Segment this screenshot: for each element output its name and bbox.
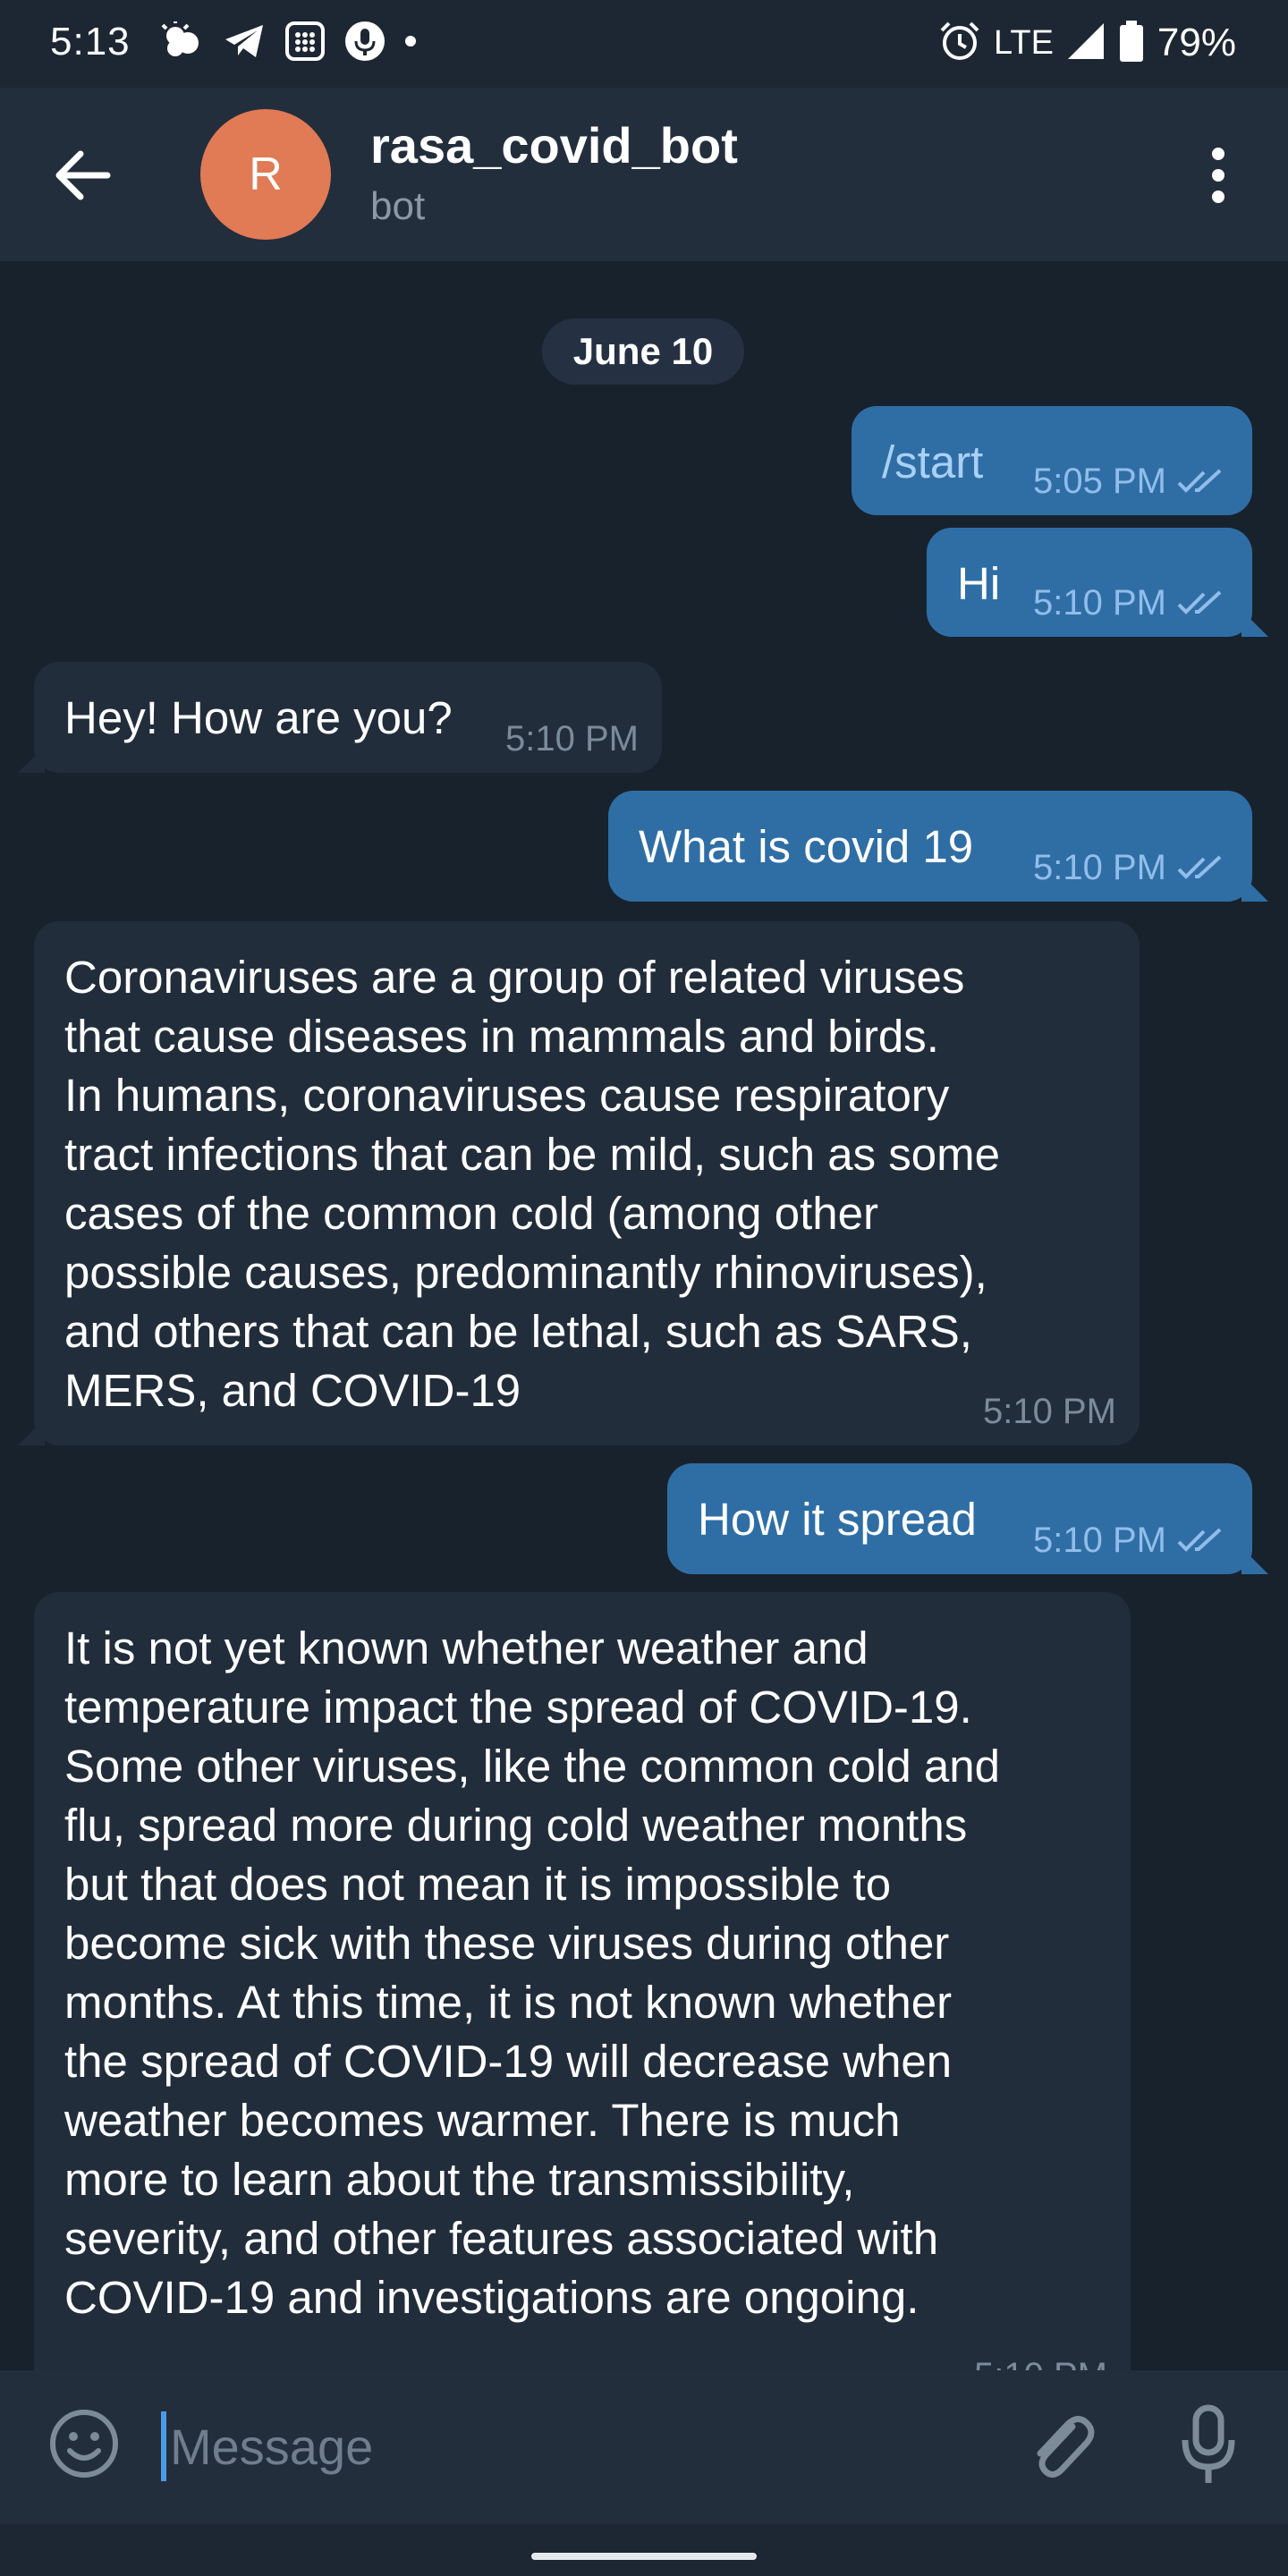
message-meta: 5:10 PM <box>1033 846 1229 889</box>
message-input[interactable] <box>170 2404 975 2488</box>
alarm-icon <box>938 20 981 67</box>
date-separator: June 10 <box>542 318 744 385</box>
message-incoming[interactable]: Hey! How are you? 5:10 PM <box>18 662 662 773</box>
message-meta: 5:10 PM <box>1033 581 1229 624</box>
avatar[interactable]: R <box>200 109 331 240</box>
paperclip-icon <box>1037 2416 1095 2478</box>
message-outgoing[interactable]: /start 5:05 PM <box>852 406 1252 515</box>
message-meta: 5:05 PM <box>1033 460 1229 503</box>
double-check-icon <box>1177 469 1222 493</box>
telegram-icon <box>224 21 267 65</box>
message-incoming[interactable]: It is not yet known whether weather and … <box>34 1592 1131 2370</box>
chat-subtitle: bot <box>370 184 426 228</box>
more-vertical-icon <box>1212 148 1224 203</box>
message-text: /start <box>882 436 984 487</box>
podcast-icon <box>343 20 386 67</box>
status-time: 5:13 <box>50 20 131 64</box>
home-indicator[interactable] <box>531 2553 757 2560</box>
message-meta: 5:10 PM <box>974 2354 1107 2370</box>
message-outgoing[interactable]: What is covid 19 5:10 PM <box>608 791 1268 902</box>
bubble-tail <box>1241 610 1268 637</box>
message-text: What is covid 19 <box>639 821 974 872</box>
voice-record-button[interactable] <box>1168 2401 1249 2490</box>
double-check-icon <box>1177 590 1222 614</box>
more-options-button[interactable] <box>1182 138 1254 213</box>
message-outgoing[interactable]: Hi 5:10 PM <box>927 528 1268 637</box>
message-text: Coronaviruses are a group of related vir… <box>64 952 1000 1416</box>
message-text: Hey! How are you? <box>64 692 453 743</box>
message-composer <box>0 2370 1288 2524</box>
bubble-tail <box>1241 875 1268 902</box>
text-cursor <box>161 2411 166 2481</box>
message-outgoing[interactable]: How it spread 5:10 PM <box>667 1463 1268 1574</box>
battery-percentage: 79% <box>1157 21 1236 64</box>
weather-icon <box>161 19 206 65</box>
message-list[interactable]: June 10 /start 5:05 PM Hi 5:10 PM Hey! H… <box>0 261 1288 2370</box>
chat-title[interactable]: rasa_covid_bot <box>370 116 738 174</box>
message-time: 5:10 PM <box>974 2354 1107 2370</box>
message-time: 5:10 PM <box>1033 583 1166 623</box>
signal-icon <box>1066 21 1106 65</box>
system-status-icons: LTE 79% <box>938 20 1236 66</box>
bubble-tail <box>1241 1547 1268 1574</box>
network-type: LTE <box>994 23 1054 62</box>
message-time: 5:10 PM <box>505 719 639 758</box>
message-meta: 5:10 PM <box>505 717 639 760</box>
attach-button[interactable] <box>1021 2406 1102 2487</box>
back-button[interactable] <box>47 140 118 211</box>
message-incoming[interactable]: Coronaviruses are a group of related vir… <box>18 921 1140 1445</box>
message-text: It is not yet known whether weather and … <box>64 1623 1000 2323</box>
system-nav-bar <box>0 2524 1288 2576</box>
smile-icon <box>50 2410 118 2478</box>
message-time: 5:05 PM <box>1033 462 1166 501</box>
battery-icon <box>1118 20 1145 67</box>
notification-icons <box>161 19 417 67</box>
telegram-chat-screen: 5:13 LTE 79% R rasa_covid_bot bot June 1… <box>0 0 1288 2576</box>
message-time: 5:10 PM <box>983 1392 1116 1431</box>
microphone-icon <box>1182 2404 1235 2483</box>
message-time: 5:10 PM <box>1033 848 1166 887</box>
calculator-icon <box>284 21 326 66</box>
double-check-icon <box>1177 1528 1222 1552</box>
double-check-icon <box>1177 855 1222 879</box>
bubble-tail <box>18 1419 45 1445</box>
message-time: 5:10 PM <box>1033 1521 1166 1560</box>
message-text: How it spread <box>698 1494 977 1545</box>
message-meta: 5:10 PM <box>983 1390 1116 1433</box>
emoji-button[interactable] <box>47 2406 122 2481</box>
bubble-tail <box>18 746 45 773</box>
dot-icon <box>404 35 417 52</box>
chat-header: R rasa_covid_bot bot <box>0 88 1288 261</box>
message-text: Hi <box>957 558 1001 609</box>
message-meta: 5:10 PM <box>1033 1519 1229 1562</box>
status-bar: 5:13 LTE 79% <box>0 0 1288 88</box>
arrow-left-icon <box>55 150 111 200</box>
